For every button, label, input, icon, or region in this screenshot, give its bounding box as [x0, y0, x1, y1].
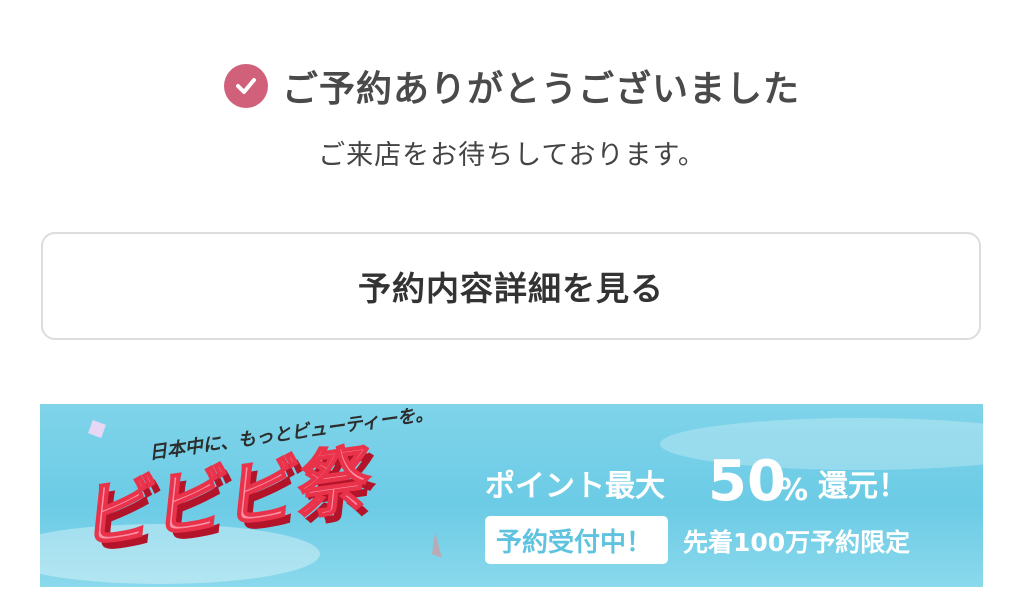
confetti-icon [432, 532, 442, 558]
promo-banner[interactable]: 日本中に、もっとビューティーを。 ビビビ祭 ビビビ祭 ポイント最大 50 % 還… [40, 404, 983, 587]
confetti-icon [88, 420, 106, 438]
banner-headline-percent: % [778, 473, 808, 508]
banner-headline-prefix: ポイント最大 [485, 469, 665, 504]
confirmation-message: ご来店をお待ちしております。 [318, 140, 706, 171]
banner-note: 先着100万予約限定 [683, 528, 910, 557]
promo-banner-graphic: 日本中に、もっとビューティーを。 ビビビ祭 ビビビ祭 ポイント最大 50 % 還… [40, 404, 983, 584]
banner-headline-number: 50 [708, 449, 786, 514]
confirmation-header: ご予約ありがとうございました [0, 60, 1024, 112]
confirmation-title: ご予約ありがとうございました [281, 69, 800, 110]
view-reservation-details-button[interactable]: 予約内容詳細を見る [41, 232, 981, 340]
banner-headline-suffix: 還元！ [818, 469, 908, 504]
banner-badge: 予約受付中！ [496, 527, 652, 558]
check-circle-icon [223, 64, 268, 108]
